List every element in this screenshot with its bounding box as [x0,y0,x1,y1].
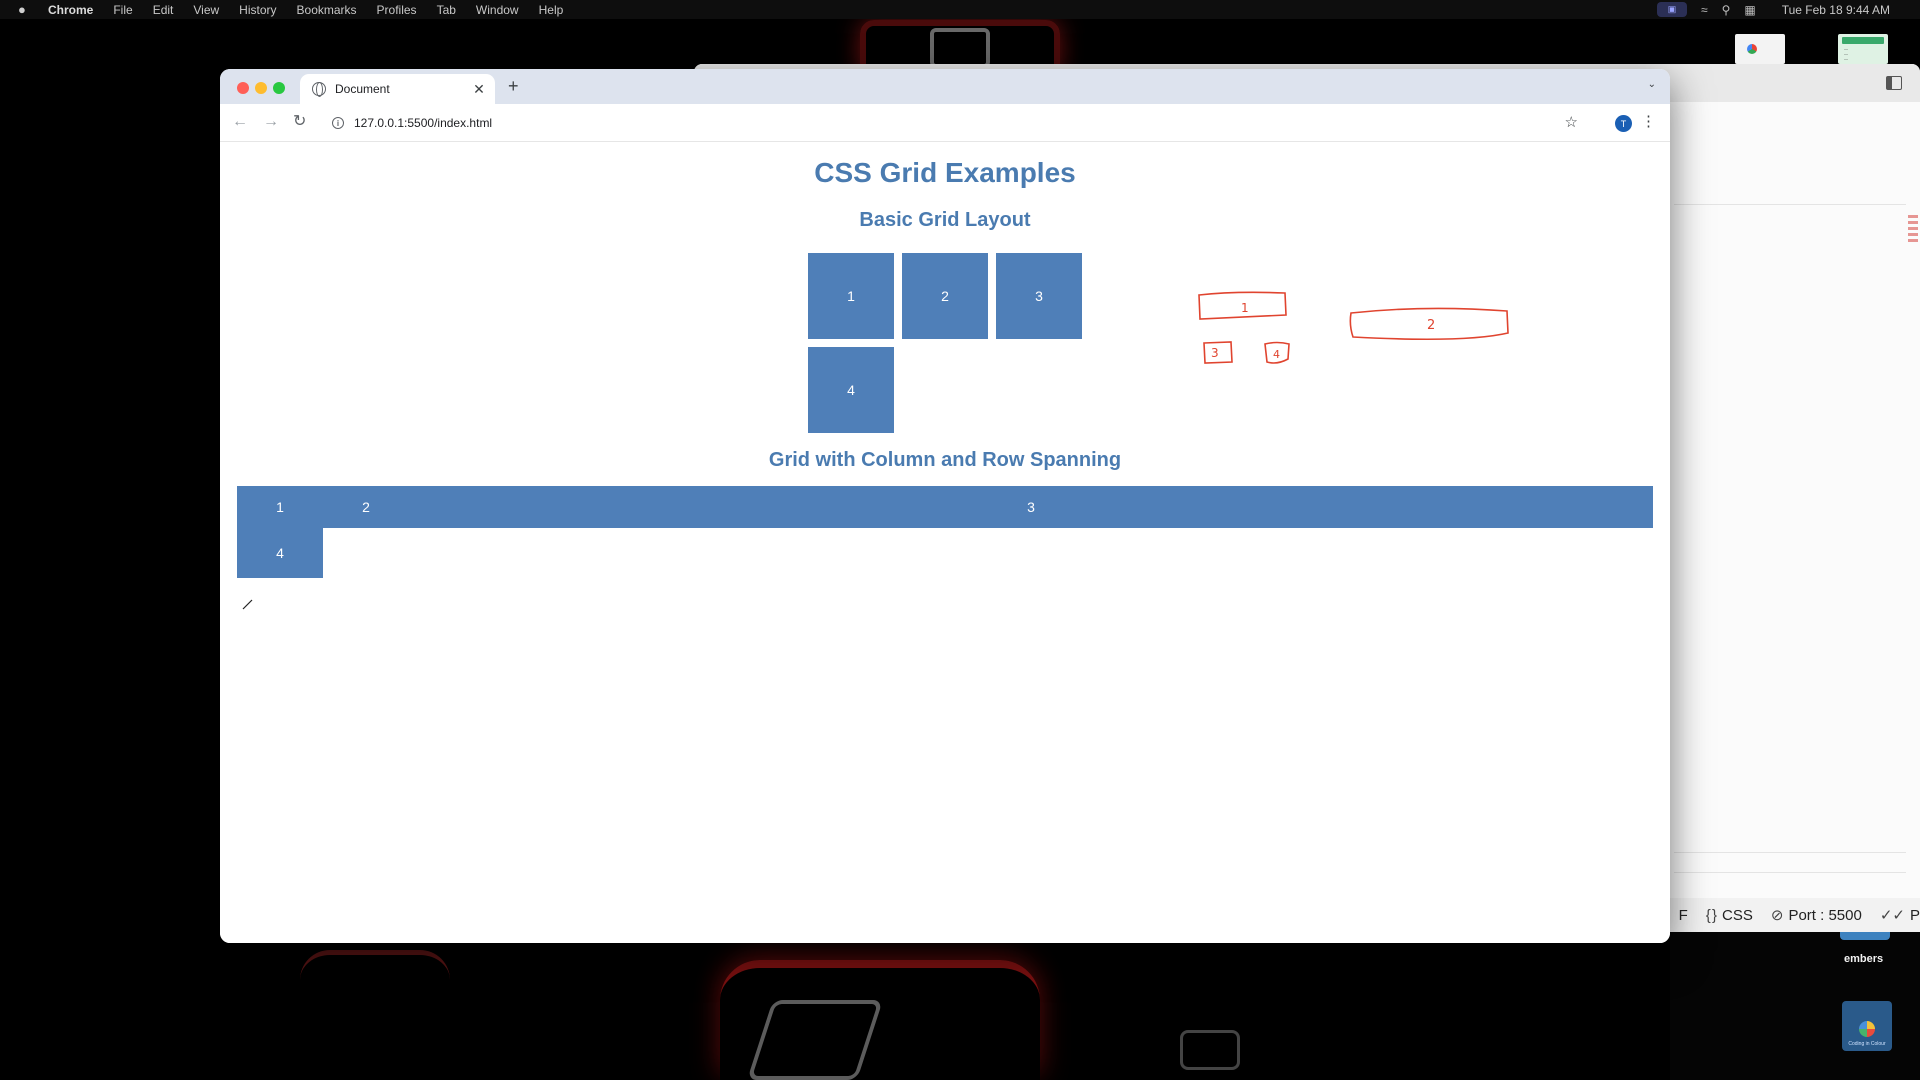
wallpaper-glow [747,1000,883,1080]
close-tab-button[interactable]: ✕ [469,81,489,98]
lightbulb-icon [1859,1021,1875,1037]
vscode-minimap[interactable] [1908,212,1920,272]
mouse-cursor-icon [242,598,254,610]
forward-arrow-icon[interactable]: → [263,113,279,131]
wallpaper-glow [720,960,1040,1080]
span-grid-item: 1 [237,486,323,528]
thumbnail-preview-lines: ― ― ― [1844,46,1848,61]
grid-item: 4 [808,347,894,433]
address-bar[interactable]: i 127.0.0.1:5500/index.html ☆ [320,108,1590,138]
status-live-server-port[interactable]: ⊘ Port : 5500 [1771,906,1862,924]
tab-document[interactable]: Document ✕ [300,74,495,104]
menu-view[interactable]: View [193,3,219,17]
wallpaper-glow [1180,1030,1240,1070]
minimize-window-button[interactable] [255,82,267,94]
menu-tab[interactable]: Tab [437,3,456,17]
menu-bookmarks[interactable]: Bookmarks [297,3,357,17]
spanning-grid-heading: Grid with Column and Row Spanning [768,449,1122,471]
bookmark-star-icon[interactable]: ☆ [1565,113,1578,131]
toggle-sidebar-icon[interactable] [1886,76,1902,90]
control-center-icon[interactable]: ▦ [1744,3,1755,17]
status-language-label: CSS [1722,906,1753,924]
site-info-icon[interactable]: i [332,117,344,129]
sketch-label: 1 [1241,301,1249,315]
grid-item: 1 [808,253,894,339]
spotlight-search-icon[interactable]: ⚲ [1722,3,1731,17]
spanning-grid: 1 2 3 4 [237,486,1653,578]
basic-grid-heading: Basic Grid Layout [859,209,1031,231]
new-tab-button[interactable]: + [508,77,519,95]
sketch-label: 4 [1273,348,1280,361]
more-menu-icon[interactable]: ⋮ [1641,113,1656,131]
status-prettier-label: P [1909,907,1920,924]
zoom-window-button[interactable] [273,82,285,94]
vscode-divider [1674,852,1906,853]
dock-label: embers [1844,953,1884,965]
menu-help[interactable]: Help [539,3,564,17]
menu-history[interactable]: History [239,3,276,17]
sketch-label: 2 [1427,318,1435,333]
screenshot-thumbnail[interactable]: ― ― ― [1838,34,1888,64]
wallpaper-glow [300,950,450,1010]
close-window-button[interactable] [237,82,249,94]
macos-menubar: ● Chrome File Edit View History Bookmark… [0,0,1920,19]
hand-drawn-sketch: 1 2 3 4 [1198,291,1509,364]
globe-icon [312,82,326,97]
vscode-divider [1674,872,1906,873]
menu-edit[interactable]: Edit [153,3,174,17]
screen-record-icon[interactable]: ▣ [1656,2,1687,17]
back-arrow-icon[interactable]: ← [232,113,248,131]
reload-icon[interactable]: ↻ [293,113,306,131]
tab-title: Document [335,82,390,96]
tab-search-chevron-icon[interactable]: ⌄ [1648,79,1656,90]
span-grid-item: 2 [323,486,409,528]
wifi-icon[interactable]: ≈ [1701,3,1708,17]
grid-item: 3 [996,253,1082,339]
dock-highlight [1840,932,1890,940]
basic-grid: 1 2 3 4 [808,253,1082,433]
braces-icon: { } [1705,906,1718,924]
vscode-divider [1674,204,1906,205]
logo-text: Coding in Colour [1848,1041,1886,1047]
menu-profiles[interactable]: Profiles [377,3,417,17]
apple-menu-icon[interactable]: ● [18,2,32,17]
chrome-window: Document ✕ + ⌄ ← → ↻ i 127.0.0.1:5500/in… [220,69,1670,943]
screenshot-thumbnail[interactable] [1735,34,1785,64]
wallpaper-glow [930,28,990,68]
menubar-status-area: ▣ ≈ ⚲ ▦ Tue Feb 18 9:44 AM [1656,0,1920,19]
menu-file[interactable]: File [113,3,132,17]
status-port-label: Port : 5500 [1788,907,1862,924]
no-entry-icon: ⊘ [1770,907,1784,924]
grid-item: 2 [902,253,988,339]
menu-window[interactable]: Window [476,3,519,17]
page-viewport: CSS Grid Examples Basic Grid Layout 1 2 … [220,143,1670,943]
status-language[interactable]: { } CSS [1706,907,1753,924]
status-prettier[interactable]: ✓✓ P [1880,906,1920,924]
status-cut-item[interactable]: F [1679,907,1688,924]
url-text[interactable]: 127.0.0.1:5500/index.html [354,116,492,130]
sketch-label: 3 [1211,346,1219,360]
coding-in-colour-logo: Coding in Colour [1842,1001,1892,1051]
browser-toolbar: ← → ↻ i 127.0.0.1:5500/index.html ☆ T ⋮ [220,104,1670,142]
menubar-clock[interactable]: Tue Feb 18 9:44 AM [1782,3,1890,17]
span-grid-item: 3 [409,486,1653,528]
tab-strip: Document ✕ + ⌄ [220,69,1670,104]
span-grid-item: 4 [237,528,323,578]
page-title: CSS Grid Examples [814,157,1076,188]
menu-app-name[interactable]: Chrome [48,3,93,17]
profile-avatar[interactable]: T [1615,115,1632,132]
double-check-icon: ✓✓ [1879,907,1905,924]
